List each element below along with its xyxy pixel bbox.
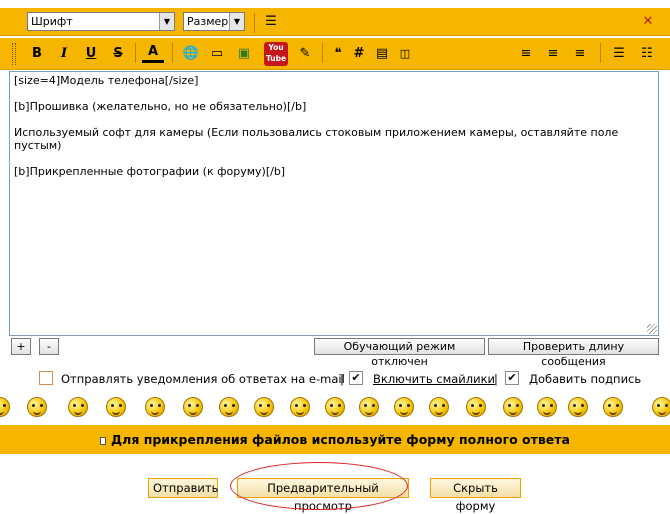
smiley-icon[interactable] (603, 397, 623, 417)
size-select-value: Размер (187, 15, 229, 28)
toolbar-divider (135, 43, 136, 63)
smiley-icon[interactable] (652, 397, 670, 417)
align-left-icon[interactable]: ≡ (515, 43, 537, 65)
check-length-button[interactable]: Проверить длину сообщения (488, 338, 659, 368)
list-numbered-icon[interactable]: ☷ (636, 43, 658, 65)
smiley-icon[interactable] (359, 397, 379, 417)
smiley-icon[interactable] (325, 397, 345, 417)
toolbar-divider (254, 13, 255, 33)
resize-handle[interactable] (647, 324, 657, 334)
smilies-label[interactable]: Включить смайлики (373, 371, 495, 387)
smiley-icon[interactable] (290, 397, 310, 417)
close-icon[interactable]: ✕ (637, 11, 659, 33)
chevron-down-icon: ▼ (159, 13, 174, 30)
toolbar-divider (600, 43, 601, 63)
align-center-icon[interactable]: ≡ (542, 43, 564, 65)
smiley-icon[interactable] (466, 397, 486, 417)
indent-icon[interactable]: ☰ (260, 11, 282, 33)
editor-line: [b]Прошивка (желательно, но не обязатель… (14, 100, 307, 113)
editor-line: Используемый софт для камеры (Если польз… (14, 126, 622, 152)
signature-label: Добавить подпись (529, 372, 642, 386)
underline-button[interactable]: U (80, 43, 102, 65)
notify-label: Отправлять уведомления об ответах на e-m… (61, 372, 345, 386)
smiley-icon[interactable] (254, 397, 274, 417)
attach-notice-text: Для прикрепления файлов используйте форм… (111, 432, 570, 447)
hide-form-button[interactable]: Скрыть форму (430, 478, 521, 513)
smiley-icon[interactable] (503, 397, 523, 417)
font-select-value: Шрифт (31, 15, 73, 28)
italic-button[interactable]: I (53, 43, 75, 65)
offtopic-icon[interactable]: ◫ (394, 43, 416, 65)
font-select[interactable]: Шрифт ▼ (27, 12, 175, 31)
code-icon[interactable]: # (348, 43, 370, 65)
smiley-icon[interactable] (68, 397, 88, 417)
strike-button[interactable]: S (107, 43, 129, 65)
highlight-circle (230, 462, 408, 510)
email-icon[interactable]: ▭ (206, 43, 228, 65)
shrink-button[interactable]: - (39, 338, 59, 355)
smiley-icon[interactable] (27, 397, 47, 417)
option-separator: | (340, 372, 344, 386)
smilies-checkbox[interactable]: ✔ (349, 371, 363, 385)
smiley-icon[interactable] (183, 397, 203, 417)
font-color-button[interactable]: A (142, 43, 164, 63)
send-button[interactable]: Отправить (148, 478, 218, 498)
editor-line: [size=4]Модель телефона[/size] (14, 74, 199, 87)
smiley-icon[interactable] (106, 397, 126, 417)
smiley-icon[interactable] (0, 397, 10, 417)
smiley-icon[interactable] (219, 397, 239, 417)
smiley-icon[interactable] (394, 397, 414, 417)
enlarge-button[interactable]: + (11, 338, 31, 355)
smiley-icon[interactable] (145, 397, 165, 417)
link-icon[interactable]: 🌐 (180, 43, 202, 65)
editor-line: [b]Прикрепленные фотографии (к форуму)[/… (14, 165, 286, 178)
message-textarea[interactable]: [size=4]Модель телефона[/size] [b]Прошив… (9, 71, 659, 336)
bold-button[interactable]: B (26, 43, 48, 65)
toolbar-grip (12, 43, 16, 65)
quote-icon[interactable]: ❝ (327, 43, 349, 65)
smiley-icon[interactable] (537, 397, 557, 417)
table-icon[interactable]: ▤ (371, 43, 393, 65)
file-icon (100, 436, 107, 445)
toolbar-divider (322, 43, 323, 63)
chevron-down-icon: ▼ (229, 13, 244, 30)
option-separator: | (494, 372, 498, 386)
learning-mode-button[interactable]: Обучающий режим отключен (314, 338, 485, 368)
attach-notice-bar: Для прикрепления файлов используйте форм… (0, 425, 670, 454)
smiley-icon[interactable] (568, 397, 588, 417)
signature-checkbox[interactable]: ✔ (505, 371, 519, 385)
align-right-icon[interactable]: ≡ (569, 43, 591, 65)
notify-checkbox[interactable] (39, 371, 53, 385)
image-icon[interactable]: ▣ (233, 43, 255, 65)
smiley-icon[interactable] (429, 397, 449, 417)
size-select[interactable]: Размер ▼ (183, 12, 245, 31)
toolbar-divider (172, 43, 173, 63)
eraser-icon[interactable]: ✎ (294, 43, 316, 65)
toolbar-format: B I U S A 🌐 ▭ ▣ You Tube ✎ ❝ # ▤ ◫ ≡ ≡ ≡… (0, 38, 670, 70)
list-bullet-icon[interactable]: ☰ (608, 43, 630, 65)
youtube-icon[interactable]: You Tube (264, 42, 288, 66)
toolbar-font: Шрифт ▼ Размер ▼ ☰ ✕ (0, 8, 670, 36)
